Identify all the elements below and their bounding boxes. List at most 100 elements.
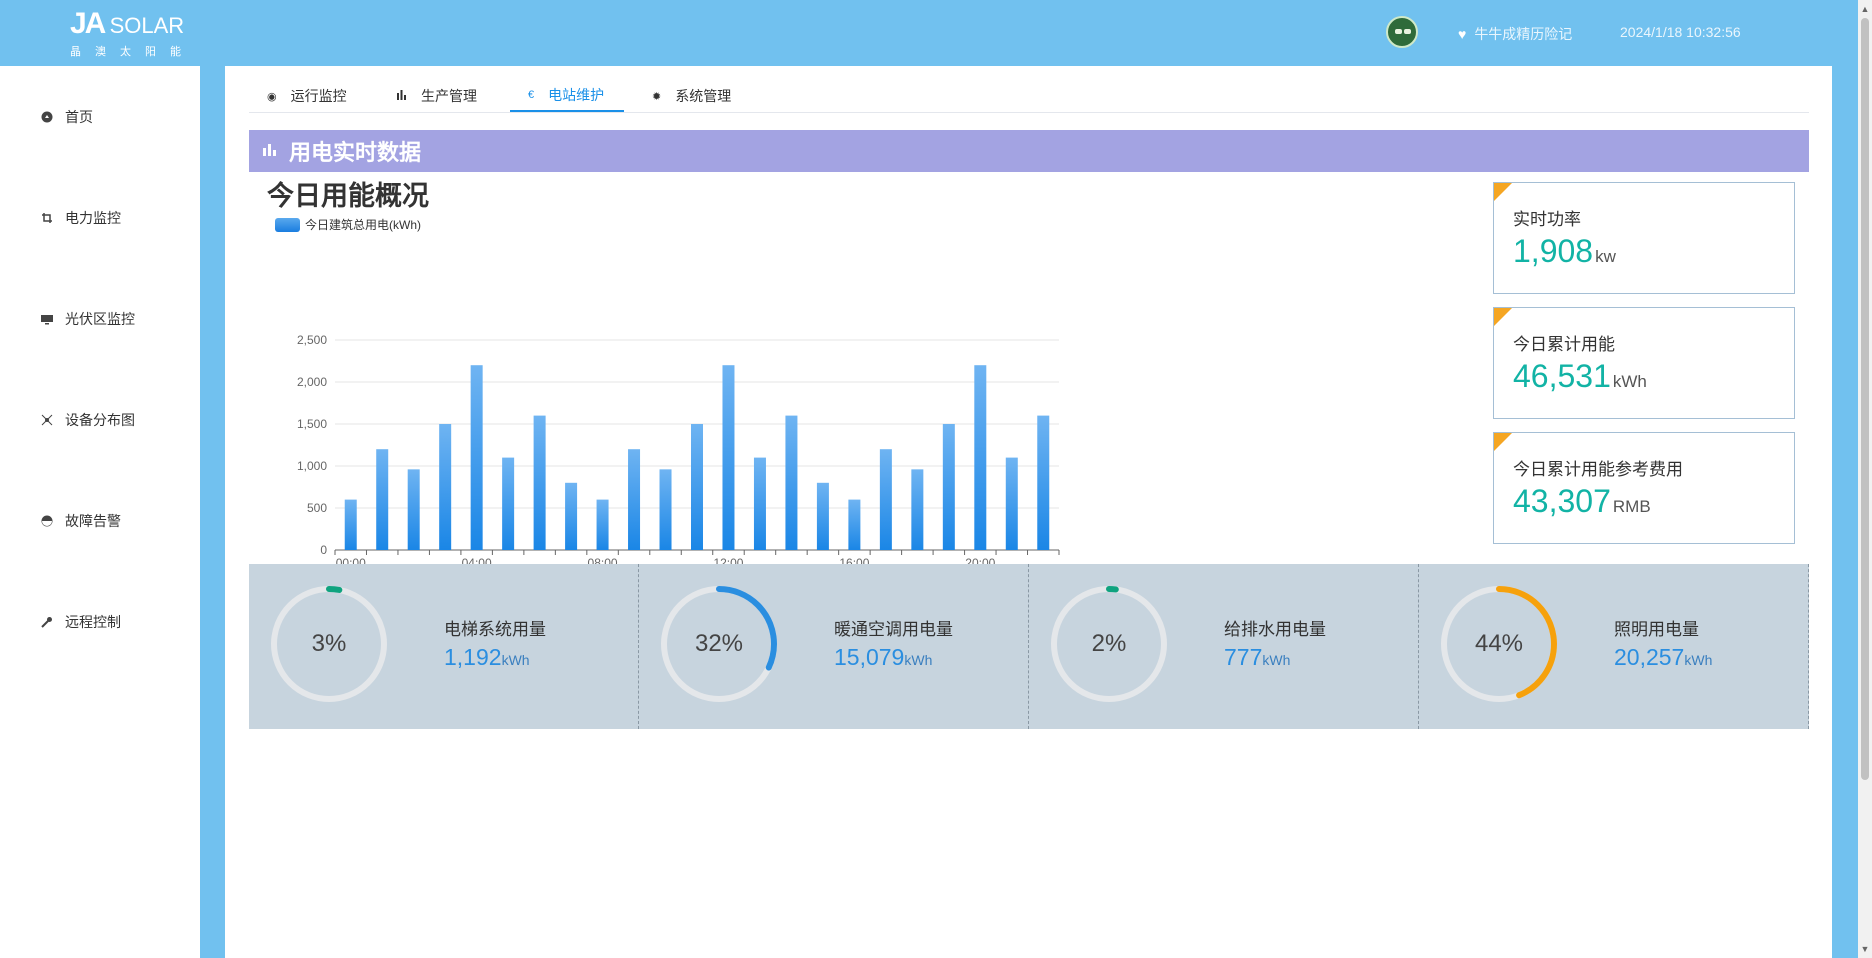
corner-marker bbox=[1494, 183, 1512, 201]
top-bar: JA SOLAR 晶澳太阳能 ♥ 牛牛成精历险记 2024/1/18 10:32:… bbox=[0, 0, 1872, 66]
kpi-number: 43,307 bbox=[1513, 483, 1611, 519]
alarm-icon bbox=[40, 514, 54, 528]
wrench-icon bbox=[40, 615, 54, 629]
bar bbox=[659, 469, 672, 550]
usage-breakdown: 3% 电梯系统用量 1,192kWh 32% 暖通空调用电量 15,079kWh… bbox=[249, 564, 1809, 729]
bar bbox=[502, 457, 515, 550]
chart-legend[interactable]: 今日建筑总用电(kWh) bbox=[275, 216, 421, 233]
stat-water: 2% 给排水用电量 777kWh bbox=[1029, 564, 1419, 729]
stat-unit: kWh bbox=[1684, 652, 1713, 668]
logo[interactable]: JA SOLAR 晶澳太阳能 bbox=[70, 7, 195, 59]
y-tick-label: 0 bbox=[320, 543, 327, 557]
scroll-up-icon[interactable]: ▲ bbox=[1858, 2, 1872, 16]
eye-icon: ◉ bbox=[267, 90, 277, 103]
usage-bar-chart: 05001,0001,5002,0002,50000:00 04:00 08:00 1… bbox=[297, 333, 1060, 570]
page-scrollbar[interactable]: ▲ ▼ bbox=[1858, 0, 1872, 958]
corner-marker bbox=[1494, 433, 1512, 451]
bar-chart-icon bbox=[397, 89, 407, 103]
sidebar-item-label: 远程控制 bbox=[65, 614, 121, 630]
stat-label: 给排水用电量 bbox=[1224, 620, 1326, 639]
legend-swatch bbox=[275, 217, 300, 232]
bar bbox=[722, 365, 735, 550]
sidebar-item-label: 故障告警 bbox=[65, 513, 121, 529]
legend-label: 今日建筑总用电(kWh) bbox=[305, 218, 421, 232]
tab-system-management[interactable]: ✹ 系统管理 bbox=[634, 80, 749, 112]
stat-number: 1,192 bbox=[444, 644, 502, 670]
stat-hvac: 32% 暖通空调用电量 15,079kWh bbox=[639, 564, 1029, 729]
logo-subtitle: 晶澳太阳能 bbox=[70, 46, 195, 58]
stat-number: 20,257 bbox=[1614, 644, 1685, 670]
bar bbox=[596, 499, 609, 550]
user-menu[interactable]: ♥ 牛牛成精历险记 bbox=[1458, 24, 1572, 44]
kpi-number: 46,531 bbox=[1513, 358, 1611, 394]
tab-operation-monitor[interactable]: ◉ 运行监控 bbox=[249, 80, 365, 112]
ring-percent: 32% bbox=[694, 630, 744, 657]
ring-percent: 44% bbox=[1474, 630, 1524, 657]
network-icon bbox=[40, 413, 54, 427]
y-tick-label: 2,000 bbox=[297, 375, 327, 389]
tab-bar: ◉ 运行监控 生产管理 € 电站维护 ✹ 系统管理 bbox=[249, 80, 1809, 113]
scroll-thumb[interactable] bbox=[1861, 18, 1869, 780]
bar bbox=[753, 457, 766, 550]
tab-production-management[interactable]: 生产管理 bbox=[379, 80, 495, 112]
bar bbox=[344, 499, 357, 550]
bar bbox=[407, 469, 420, 550]
stat-value: 20,257kWh bbox=[1614, 644, 1712, 671]
bar bbox=[470, 365, 483, 550]
sidebar-item-device-map[interactable]: 设备分布图 bbox=[40, 409, 135, 431]
main-panel: ◉ 运行监控 生产管理 € 电站维护 ✹ 系统管理 用电实时数据 今日用能概况 今日建… bbox=[225, 66, 1832, 958]
sidebar: 首页 电力监控 光伏区监控 设备分布图 故障告警 远程控制 bbox=[0, 66, 200, 958]
heart-icon: ♥ bbox=[1458, 26, 1467, 42]
stat-value: 1,192kWh bbox=[444, 644, 530, 671]
logo-ja: JA bbox=[70, 7, 105, 40]
datetime: 2024/1/18 10:32:56 bbox=[1620, 24, 1741, 40]
sidebar-item-power-monitor[interactable]: 电力监控 bbox=[40, 207, 121, 229]
sidebar-item-label: 光伏区监控 bbox=[65, 311, 135, 327]
kpi-number: 1,908 bbox=[1513, 233, 1594, 269]
stat-lighting: 44% 照明用电量 20,257kWh bbox=[1419, 564, 1809, 729]
stat-number: 777 bbox=[1224, 644, 1263, 670]
stat-value: 15,079kWh bbox=[834, 644, 932, 671]
tab-label: 电站维护 bbox=[548, 87, 605, 103]
y-tick-label: 2,500 bbox=[297, 333, 327, 347]
sidebar-item-alarm[interactable]: 故障告警 bbox=[40, 510, 121, 532]
bar bbox=[816, 482, 829, 550]
kpi-value: 43,307 RMB bbox=[1513, 483, 1651, 520]
bar bbox=[974, 365, 987, 550]
scroll-down-icon[interactable]: ▼ bbox=[1858, 942, 1872, 956]
bar bbox=[376, 449, 389, 550]
bar-chart-icon bbox=[263, 142, 277, 161]
monitor-icon bbox=[40, 312, 54, 326]
kpi-unit: RMB bbox=[1612, 497, 1651, 516]
bar bbox=[785, 415, 798, 550]
bar bbox=[942, 424, 955, 550]
stat-elevator: 3% 电梯系统用量 1,192kWh bbox=[249, 564, 639, 729]
stat-unit: kWh bbox=[904, 652, 933, 668]
bar bbox=[533, 415, 546, 550]
sidebar-item-home[interactable]: 首页 bbox=[40, 106, 93, 128]
bar bbox=[1005, 457, 1018, 550]
gear-icon: ✹ bbox=[652, 90, 662, 103]
tab-station-maintenance[interactable]: € 电站维护 bbox=[510, 80, 624, 112]
bar bbox=[691, 424, 703, 550]
bar bbox=[848, 499, 861, 550]
bar bbox=[879, 449, 892, 550]
kpi-unit: kw bbox=[1595, 247, 1616, 266]
stat-unit: kWh bbox=[501, 652, 530, 668]
avatar[interactable] bbox=[1386, 16, 1418, 48]
kpi-label: 今日累计用能 bbox=[1513, 335, 1615, 354]
sidebar-item-label: 电力监控 bbox=[65, 210, 121, 226]
sidebar-item-pv-monitor[interactable]: 光伏区监控 bbox=[40, 308, 135, 330]
stat-number: 15,079 bbox=[834, 644, 905, 670]
stat-label: 暖通空调用电量 bbox=[834, 620, 953, 639]
sidebar-item-label: 设备分布图 bbox=[65, 412, 135, 428]
bar bbox=[439, 424, 452, 550]
kpi-unit: kWh bbox=[1612, 372, 1647, 391]
crop-icon bbox=[40, 211, 54, 225]
kpi-today-energy: 今日累计用能 46,531 kWh bbox=[1493, 307, 1795, 419]
bar bbox=[565, 482, 578, 550]
kpi-label: 今日累计用能参考费用 bbox=[1513, 460, 1683, 479]
sidebar-item-remote-control[interactable]: 远程控制 bbox=[40, 611, 121, 633]
tab-label: 生产管理 bbox=[421, 88, 477, 104]
sidebar-item-label: 首页 bbox=[65, 109, 93, 125]
